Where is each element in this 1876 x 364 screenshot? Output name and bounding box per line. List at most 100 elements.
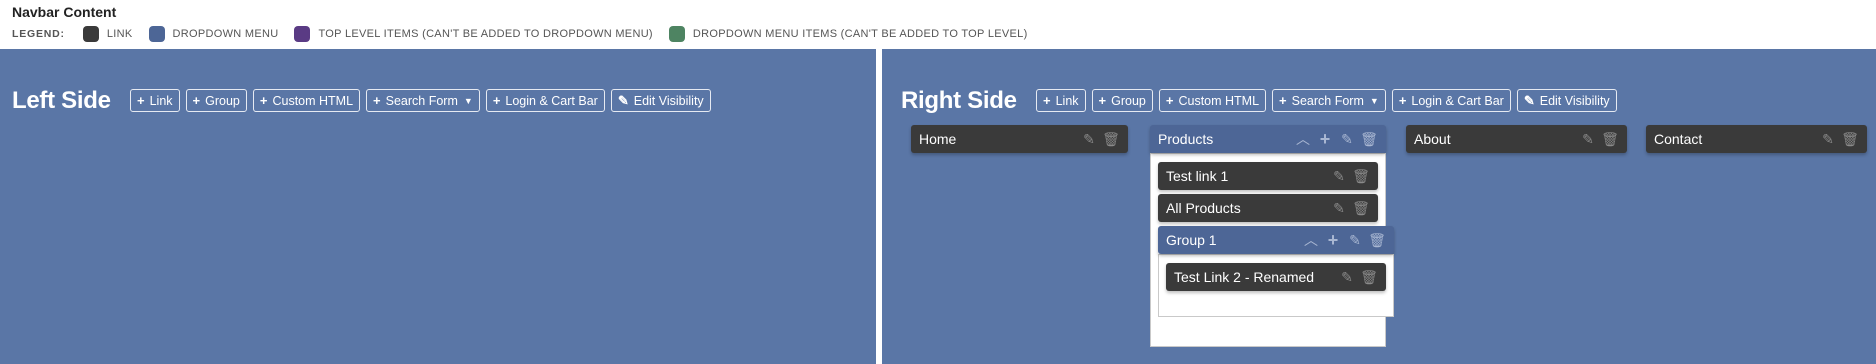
trash-icon[interactable]: 🗑 bbox=[1100, 129, 1122, 149]
item-actions: ︿ + ✎ 🗑 bbox=[1292, 129, 1380, 149]
nav-item-label: Contact bbox=[1654, 131, 1703, 147]
plus-icon: + bbox=[1398, 93, 1407, 108]
trash-icon[interactable]: 🗑 bbox=[1358, 267, 1380, 287]
navbar-content-header: Navbar Content LEGEND: Link Dropdown Men… bbox=[0, 0, 1876, 49]
plus-icon: + bbox=[259, 93, 268, 108]
nav-item-label: Home bbox=[919, 131, 957, 147]
button-label: Link bbox=[1055, 93, 1079, 108]
legend-item-link: Link bbox=[82, 26, 133, 42]
left-toolbar: + Link + Group + Custom HTML + Search Form ▼ … bbox=[130, 89, 717, 112]
right-toolbar: + Link + Group + Custom HTML + Search Form ▼ … bbox=[1036, 89, 1623, 112]
nav-item-about[interactable]: About ✎ 🗑 bbox=[1406, 125, 1627, 153]
caret-down-icon: ▼ bbox=[463, 95, 473, 106]
left-side-panel: Left Side + Link + Group + Custom HTML + Sea… bbox=[0, 49, 876, 364]
edit-visibility-button[interactable]: ✎ Edit Visibility bbox=[1516, 89, 1617, 112]
trash-icon[interactable]: 🗑 bbox=[1366, 230, 1388, 250]
add-login-cart-button[interactable]: + Login & Cart Bar bbox=[485, 89, 605, 112]
item-actions: ✎ 🗑 bbox=[1328, 198, 1372, 218]
add-custom-html-button[interactable]: + Custom HTML bbox=[252, 89, 361, 112]
edit-visibility-button[interactable]: ✎ Edit Visibility bbox=[610, 89, 711, 112]
item-actions: ✎ 🗑 bbox=[1336, 267, 1380, 287]
pencil-icon[interactable]: ✎ bbox=[1817, 129, 1839, 149]
nav-item-test-link-1[interactable]: Test link 1 ✎ 🗑 bbox=[1158, 162, 1378, 190]
pencil-icon[interactable]: ✎ bbox=[1344, 230, 1366, 250]
item-actions: ✎ 🗑 bbox=[1577, 129, 1621, 149]
trash-icon[interactable]: 🗑 bbox=[1839, 129, 1861, 149]
add-group-button[interactable]: + Group bbox=[185, 89, 247, 112]
button-label: Search Form bbox=[1291, 93, 1364, 108]
button-label: Group bbox=[1111, 93, 1146, 108]
button-label: Edit Visibility bbox=[633, 93, 704, 108]
plus-icon: + bbox=[1043, 93, 1051, 108]
button-label: Login & Cart Bar bbox=[505, 93, 598, 108]
item-actions: ✎ 🗑 bbox=[1817, 129, 1861, 149]
pencil-icon[interactable]: ✎ bbox=[1328, 198, 1350, 218]
chevron-up-icon[interactable]: ︿ bbox=[1300, 230, 1322, 250]
legend-item-dropdown: Dropdown Menu bbox=[148, 26, 279, 42]
button-label: Custom HTML bbox=[272, 93, 354, 108]
legend-text: Link bbox=[106, 28, 133, 40]
legend-swatch-dropdown bbox=[148, 26, 165, 42]
add-search-form-button[interactable]: + Search Form ▼ bbox=[366, 89, 480, 112]
legend-item-top-level: Top Level Items (Can't be added to dropd… bbox=[294, 26, 653, 42]
pencil-icon[interactable]: ✎ bbox=[1328, 166, 1350, 186]
pencil-icon: ✎ bbox=[1523, 92, 1535, 108]
add-search-form-button[interactable]: + Search Form ▼ bbox=[1272, 89, 1386, 112]
page-title: Navbar Content bbox=[12, 4, 117, 20]
legend: LEGEND: Link Dropdown Menu Top Level Ite… bbox=[12, 26, 1044, 42]
plus-icon: + bbox=[373, 93, 381, 108]
item-actions: ✎ 🗑 bbox=[1328, 166, 1372, 186]
plus-icon[interactable]: + bbox=[1322, 230, 1344, 250]
legend-swatch-dropdown-items bbox=[668, 26, 685, 42]
nav-item-home[interactable]: Home ✎ 🗑 bbox=[911, 125, 1128, 153]
nav-item-label: Products bbox=[1158, 131, 1214, 147]
add-link-button[interactable]: + Link bbox=[130, 89, 180, 112]
nav-item-all-products[interactable]: All Products ✎ 🗑 bbox=[1158, 194, 1378, 222]
caret-down-icon: ▼ bbox=[1369, 95, 1379, 106]
button-label: Group bbox=[205, 93, 240, 108]
trash-icon[interactable]: 🗑 bbox=[1350, 166, 1372, 186]
legend-swatch-top-level bbox=[294, 26, 311, 42]
button-label: Login & Cart Bar bbox=[1411, 93, 1504, 108]
add-custom-html-button[interactable]: + Custom HTML bbox=[1158, 89, 1267, 112]
legend-text: Dropdown Menu bbox=[172, 28, 279, 40]
plus-icon: + bbox=[192, 93, 201, 108]
item-actions: ✎ 🗑 bbox=[1078, 129, 1122, 149]
button-label: Custom HTML bbox=[1178, 93, 1260, 108]
button-label: Link bbox=[149, 93, 173, 108]
chevron-up-icon[interactable]: ︿ bbox=[1292, 129, 1314, 149]
right-side-title: Right Side bbox=[901, 87, 1017, 114]
add-login-cart-button[interactable]: + Login & Cart Bar bbox=[1391, 89, 1511, 112]
nav-item-group-1[interactable]: Group 1 ︿ + ✎ 🗑 bbox=[1158, 226, 1394, 254]
legend-item-dropdown-items: Dropdown Menu Items (Can't be added to t… bbox=[668, 26, 1028, 42]
nav-item-contact[interactable]: Contact ✎ 🗑 bbox=[1646, 125, 1867, 153]
plus-icon[interactable]: + bbox=[1314, 129, 1336, 149]
button-label: Search Form bbox=[385, 93, 458, 108]
button-label: Edit Visibility bbox=[1539, 93, 1610, 108]
nav-item-label: Group 1 bbox=[1166, 232, 1217, 248]
plus-icon: + bbox=[1098, 93, 1107, 108]
plus-icon: + bbox=[1279, 93, 1287, 108]
nav-item-test-link-2[interactable]: Test Link 2 - Renamed ✎ 🗑 bbox=[1166, 263, 1386, 291]
trash-icon[interactable]: 🗑 bbox=[1350, 198, 1372, 218]
nav-item-label: Test link 1 bbox=[1166, 168, 1229, 184]
pencil-icon[interactable]: ✎ bbox=[1078, 129, 1100, 149]
plus-icon: + bbox=[1165, 93, 1174, 108]
trash-icon[interactable]: 🗑 bbox=[1358, 129, 1380, 149]
add-group-button[interactable]: + Group bbox=[1091, 89, 1153, 112]
plus-icon: + bbox=[492, 93, 501, 108]
add-link-button[interactable]: + Link bbox=[1036, 89, 1086, 112]
pencil-icon[interactable]: ✎ bbox=[1336, 267, 1358, 287]
plus-icon: + bbox=[137, 93, 145, 108]
nav-item-products[interactable]: Products ︿ + ✎ 🗑 bbox=[1150, 125, 1386, 153]
right-side-panel: Right Side + Link + Group + Custom HTML + Se… bbox=[882, 49, 1876, 364]
pencil-icon[interactable]: ✎ bbox=[1336, 129, 1358, 149]
nav-item-label: Test Link 2 - Renamed bbox=[1174, 269, 1315, 285]
legend-label: LEGEND: bbox=[12, 28, 65, 40]
trash-icon[interactable]: 🗑 bbox=[1599, 129, 1621, 149]
legend-text: Dropdown Menu Items (Can't be added to t… bbox=[692, 28, 1028, 40]
legend-text: Top Level Items (Can't be added to dropd… bbox=[318, 28, 653, 40]
nav-item-label: About bbox=[1414, 131, 1451, 147]
pencil-icon: ✎ bbox=[617, 92, 629, 108]
pencil-icon[interactable]: ✎ bbox=[1577, 129, 1599, 149]
